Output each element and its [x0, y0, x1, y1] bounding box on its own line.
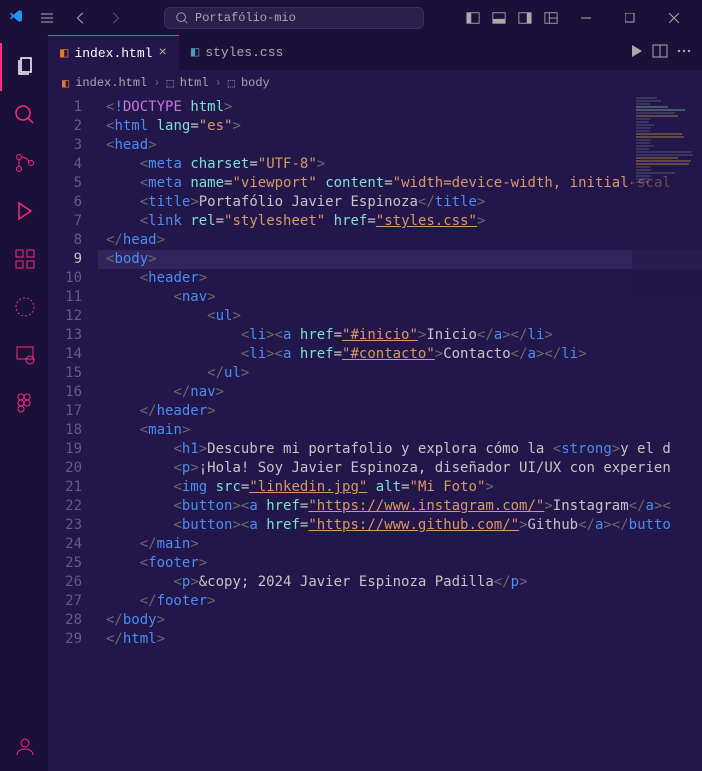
- layout-sidebar-left-icon[interactable]: [462, 7, 484, 29]
- tab-label: styles.css: [205, 45, 283, 60]
- tabs: ◧ index.html × ◧ styles.css: [48, 35, 702, 70]
- chevron-right-icon: ›: [215, 76, 222, 90]
- line-gutter: 1234567891011121314151617181920212223242…: [48, 96, 98, 771]
- command-center[interactable]: Portafólio-mio: [164, 7, 424, 29]
- tag-icon: ⬚: [166, 76, 173, 91]
- customize-layout-icon[interactable]: [540, 7, 562, 29]
- chevron-right-icon: ›: [153, 76, 160, 90]
- menu-icon[interactable]: [36, 7, 58, 29]
- remote-icon[interactable]: [0, 331, 48, 379]
- breadcrumb-item[interactable]: html: [180, 76, 209, 90]
- source-control-icon[interactable]: [0, 139, 48, 187]
- split-editor-icon[interactable]: [652, 43, 668, 63]
- code-editor[interactable]: 1234567891011121314151617181920212223242…: [48, 96, 702, 771]
- editor-area: ◧ index.html × ◧ styles.css ◧ index.html…: [48, 35, 702, 771]
- tag-icon: ⬚: [228, 76, 235, 91]
- more-icon[interactable]: [676, 43, 692, 63]
- breadcrumb[interactable]: ◧ index.html › ⬚ html › ⬚ body: [48, 70, 702, 96]
- tab-styles-css[interactable]: ◧ styles.css: [179, 35, 295, 70]
- code-content[interactable]: <!DOCTYPE html><html lang="es"><head> <m…: [98, 96, 702, 771]
- layout-sidebar-right-icon[interactable]: [514, 7, 536, 29]
- nav-back-icon[interactable]: [70, 7, 92, 29]
- extensions-icon[interactable]: [0, 235, 48, 283]
- run-icon[interactable]: [628, 43, 644, 63]
- search-icon: [175, 11, 189, 25]
- run-debug-icon[interactable]: [0, 187, 48, 235]
- search-text: Portafólio-mio: [195, 11, 296, 25]
- layout-panel-icon[interactable]: [488, 7, 510, 29]
- close-button[interactable]: [654, 3, 694, 33]
- search-icon[interactable]: [0, 91, 48, 139]
- nav-forward-icon[interactable]: [104, 7, 126, 29]
- tab-index-html[interactable]: ◧ index.html ×: [48, 35, 179, 70]
- html-file-icon: ◧: [62, 76, 69, 91]
- css-file-icon: ◧: [191, 44, 199, 61]
- breadcrumb-item[interactable]: body: [241, 76, 270, 90]
- minimap[interactable]: [632, 96, 702, 296]
- figma-icon[interactable]: [0, 379, 48, 427]
- close-icon[interactable]: ×: [158, 45, 166, 61]
- html-file-icon: ◧: [60, 45, 68, 62]
- explorer-icon[interactable]: [0, 43, 48, 91]
- gitlens-icon[interactable]: [0, 283, 48, 331]
- maximize-button[interactable]: [610, 3, 650, 33]
- activity-bar: [0, 35, 48, 771]
- minimize-button[interactable]: [566, 3, 606, 33]
- vscode-icon: [8, 8, 24, 28]
- breadcrumb-item[interactable]: index.html: [75, 76, 147, 90]
- accounts-icon[interactable]: [0, 723, 48, 771]
- titlebar: Portafólio-mio: [0, 0, 702, 35]
- tab-label: index.html: [74, 46, 152, 61]
